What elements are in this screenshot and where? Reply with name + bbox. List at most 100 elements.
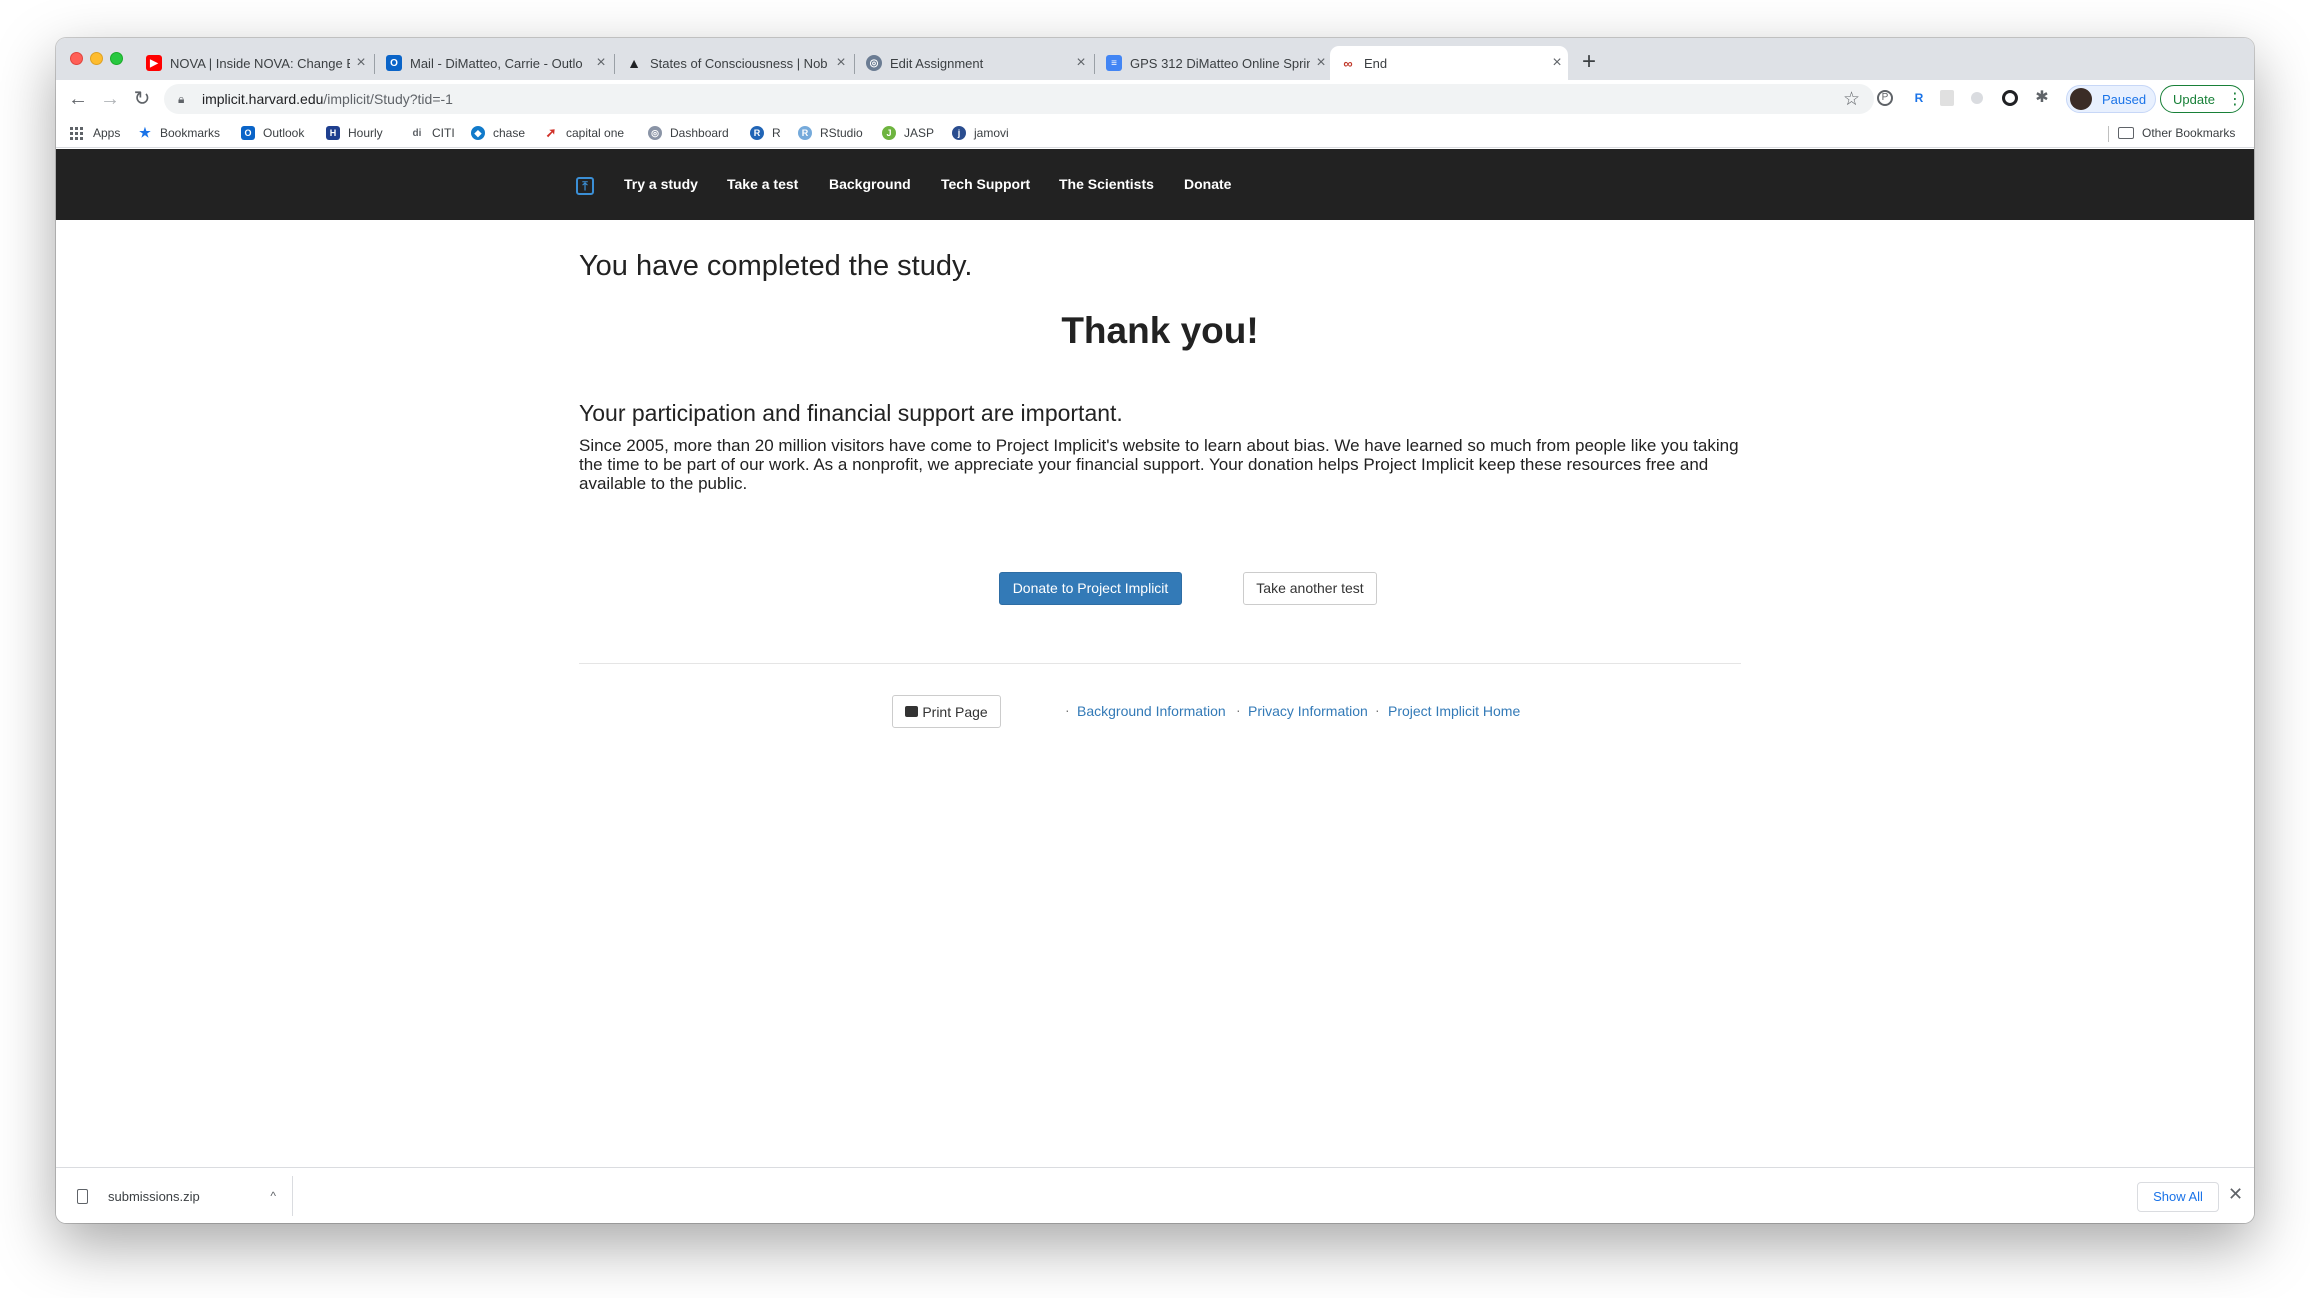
nav-the-scientists[interactable]: The Scientists [1059,176,1154,192]
url-text: implicit.harvard.edu/implicit/Study?tid=… [202,91,453,107]
file-icon [77,1188,88,1204]
donate-button[interactable]: Donate to Project Implicit [999,572,1182,605]
r-icon: R [750,126,764,140]
download-bar: submissions.zip ^ Show All ✕ [56,1167,2254,1223]
bookmark-dashboard[interactable]: ◎ Dashboard [648,123,729,143]
close-icon[interactable]: × [590,54,612,72]
citi-icon: di [412,127,422,139]
jamovi-icon: j [952,126,966,140]
update-button[interactable]: Update ⋮ [2160,85,2244,113]
implicit-icon: ∞ [1343,55,1353,71]
document-icon[interactable] [1940,90,1954,106]
window-close-button[interactable] [70,52,83,65]
new-tab-icon[interactable]: + [1582,48,1596,76]
download-filename: submissions.zip [108,1188,200,1204]
take-another-test-button[interactable]: Take another test [1243,572,1377,605]
folder-icon [2118,127,2134,139]
donation-paragraph: Since 2005, more than 20 million visitor… [579,436,1739,493]
close-icon[interactable]: × [350,54,372,72]
tab-states-of-consciousness[interactable]: ▲ States of Consciousness | Nob × [616,46,852,80]
background-information-link[interactable]: Background Information [1077,703,1226,719]
chevron-up-icon[interactable]: ^ [270,1189,276,1203]
extension-r-icon[interactable]: R [1909,88,1929,108]
bookmark-bookmarks[interactable]: ★ Bookmarks [138,123,220,143]
apps-grid-icon [70,126,83,140]
window-minimize-button[interactable] [90,52,103,65]
bookmark-star-icon[interactable]: ☆ [1843,88,1860,111]
forward-icon[interactable]: → [96,86,124,112]
o-extension-icon[interactable] [2002,90,2018,106]
browser-toolbar: ← → ↻ 🔒︎ implicit.harvard.edu/implicit/S… [56,80,2254,118]
thank-you-heading: Thank you! [1061,310,1259,351]
close-icon[interactable]: × [1546,54,1568,72]
completed-heading: You have completed the study. [579,250,973,282]
nav-tech-support[interactable]: Tech Support [941,176,1030,192]
divider [579,663,1741,664]
bookmark-jamovi[interactable]: j jamovi [952,123,1009,143]
project-implicit-logo-icon[interactable]: ⤒ [576,177,594,195]
address-bar[interactable]: 🔒︎ implicit.harvard.edu/implicit/Study?t… [164,84,1874,114]
nav-take-a-test[interactable]: Take a test [727,176,798,192]
bookmark-rstudio[interactable]: R RStudio [798,123,863,143]
profile-paused-button[interactable]: Paused [2066,85,2156,113]
bookmark-chase[interactable]: ◆ chase [471,123,525,143]
docs-icon: ≡ [1106,55,1122,71]
hourly-icon: H [326,126,340,140]
download-item[interactable]: submissions.zip ^ [56,1176,293,1216]
outlook-icon: O [386,55,402,71]
bookmark-outlook[interactable]: O Outlook [241,123,304,143]
puzzle-icon[interactable]: ✱ [2032,88,2052,108]
print-page-button[interactable]: Print Page [892,695,1001,728]
tab-mail[interactable]: O Mail - DiMatteo, Carrie - Outlo × [376,46,612,80]
bookmark-capital-one[interactable]: ➚ capital one [544,123,625,143]
paused-label: Paused [2102,91,2147,107]
bookmarks-bar: Apps ★ Bookmarks O Outlook H Hourly di C… [56,118,2254,148]
bookmark-jasp[interactable]: J JASP [882,123,934,143]
bookmark-hourly[interactable]: H Hourly [326,123,383,143]
back-icon[interactable]: ← [64,86,92,112]
tab-title: Mail - DiMatteo, Carrie - Outlo [410,55,583,71]
tab-gps-312[interactable]: ≡ GPS 312 DiMatteo Online Sprin × [1096,46,1332,80]
tab-strip: ▶ NOVA | Inside NOVA: Change E × O Mail … [56,38,2254,80]
site-navbar: ⤒ Try a study Take a test Background Tec… [56,149,2254,220]
reload-icon[interactable]: ↻ [128,86,156,112]
jasp-icon: J [882,126,896,140]
tab-nova[interactable]: ▶ NOVA | Inside NOVA: Change E × [136,46,372,80]
tab-end[interactable]: ∞ End × [1330,46,1568,80]
bookmark-apps[interactable]: Apps [70,123,120,143]
footer-separator: · [1065,702,1070,718]
close-icon[interactable]: ✕ [2228,1184,2243,1205]
footer-separator: · [1375,702,1380,718]
bookmark-other-bookmarks[interactable]: Other Bookmarks [2118,123,2235,143]
rstudio-icon: R [798,126,812,140]
close-icon[interactable]: × [830,54,852,72]
outlook-icon: O [241,126,255,140]
nob-icon: ▲ [627,55,641,71]
close-icon[interactable]: × [1070,54,1092,72]
printer-icon [905,706,919,717]
close-icon[interactable]: × [1310,54,1332,72]
circle-extension-icon[interactable] [1971,92,1983,104]
capital-one-icon: ➚ [545,125,557,140]
privacy-information-link[interactable]: Privacy Information [1248,703,1368,719]
window-maximize-button[interactable] [110,52,123,65]
bookmark-citi[interactable]: di CITI [410,123,455,143]
tab-title: End [1364,55,1388,71]
nav-background[interactable]: Background [829,176,911,192]
nav-try-a-study[interactable]: Try a study [624,176,698,192]
bookmark-r[interactable]: R R [750,123,781,143]
show-all-button[interactable]: Show All [2137,1182,2219,1212]
footer-separator: · [1236,702,1241,718]
canvas-icon: ◎ [866,55,882,71]
tab-title: States of Consciousness | Nob [650,55,828,71]
tab-title: GPS 312 DiMatteo Online Sprin [1130,55,1310,71]
participation-heading: Your participation and financial support… [579,400,1123,426]
menu-kebab-icon: ⋮ [2226,91,2243,108]
pinterest-icon[interactable]: P [1877,90,1893,106]
nav-donate[interactable]: Donate [1184,176,1231,192]
project-implicit-home-link[interactable]: Project Implicit Home [1388,703,1520,719]
chase-icon: ◆ [471,126,485,140]
print-label: Print Page [922,703,988,720]
tab-edit-assignment[interactable]: ◎ Edit Assignment × [856,46,1092,80]
browser-window: ▶ NOVA | Inside NOVA: Change E × O Mail … [56,38,2254,1223]
